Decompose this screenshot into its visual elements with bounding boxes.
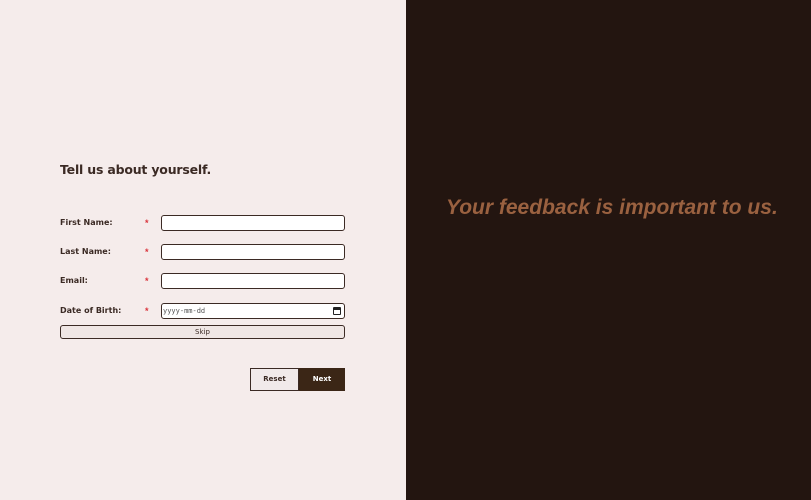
feedback-tagline: Your feedback is important to us.	[446, 196, 778, 219]
skip-button[interactable]: Skip	[60, 325, 345, 339]
next-button[interactable]: Next	[299, 368, 345, 391]
date-of-birth-label: Date of Birth:	[60, 306, 122, 315]
email-input[interactable]	[161, 273, 345, 289]
date-placeholder: yyyy-mm-dd	[163, 307, 206, 315]
required-marker: *	[145, 218, 149, 228]
required-marker: *	[145, 247, 149, 257]
last-name-input[interactable]	[161, 244, 345, 260]
required-marker: *	[145, 306, 149, 316]
date-of-birth-input[interactable]: yyyy-mm-dd	[161, 303, 345, 319]
required-marker: *	[145, 276, 149, 286]
reset-button[interactable]: Reset	[250, 368, 299, 391]
email-label: Email:	[60, 276, 88, 285]
calendar-icon[interactable]	[333, 307, 341, 315]
last-name-label: Last Name:	[60, 247, 111, 256]
first-name-input[interactable]	[161, 215, 345, 231]
first-name-label: First Name:	[60, 218, 113, 227]
form-title: Tell us about yourself.	[60, 162, 212, 177]
message-panel	[406, 0, 811, 500]
